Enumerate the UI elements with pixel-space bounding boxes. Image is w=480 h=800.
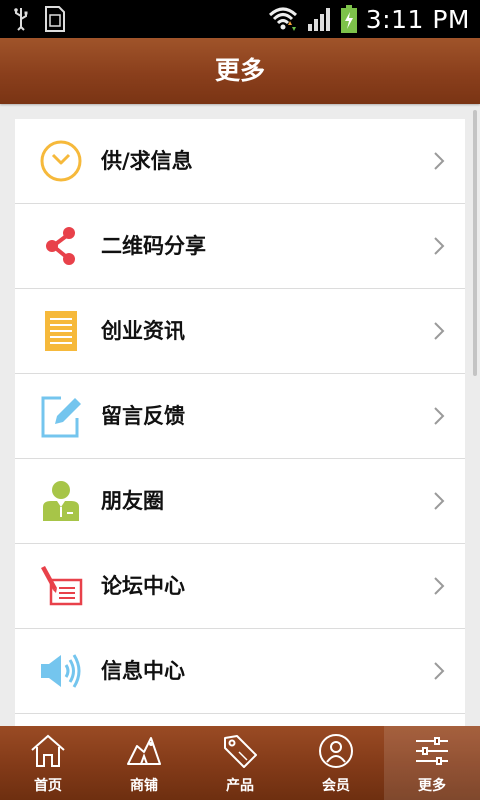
menu-item-qr-share[interactable]: 二维码分享 bbox=[15, 204, 465, 289]
chevron-right-icon bbox=[434, 662, 445, 680]
signal-icon bbox=[307, 8, 330, 31]
tab-member[interactable]: 会员 bbox=[288, 726, 384, 800]
home-icon bbox=[31, 734, 65, 767]
shop-icon bbox=[127, 737, 161, 765]
chevron-right-icon bbox=[434, 152, 445, 170]
menu-item-label: 论坛中心 bbox=[101, 574, 185, 598]
battery-icon bbox=[340, 5, 357, 33]
tab-label: 会员 bbox=[322, 778, 350, 794]
tab-shop[interactable]: 商铺 bbox=[96, 726, 192, 800]
forum-icon bbox=[41, 566, 83, 606]
tab-label: 首页 bbox=[34, 778, 62, 794]
speaker-icon bbox=[41, 654, 81, 688]
sim-card-icon bbox=[45, 6, 65, 32]
chevron-right-icon bbox=[434, 577, 445, 595]
chevron-right-icon bbox=[434, 407, 445, 425]
menu-item-startup-news[interactable]: 创业资讯 bbox=[15, 289, 465, 374]
menu-item-info-center[interactable]: 信息中心 bbox=[15, 629, 465, 714]
clock-time: 3:11 PM bbox=[365, 4, 470, 34]
tab-label: 商铺 bbox=[130, 778, 158, 794]
menu-item-label: 创业资讯 bbox=[101, 319, 185, 343]
edit-icon bbox=[41, 396, 81, 438]
scrollbar[interactable] bbox=[473, 110, 477, 376]
chevron-right-icon bbox=[434, 237, 445, 255]
menu-item-label: 二维码分享 bbox=[101, 234, 206, 258]
menu-item-label: 供/求信息 bbox=[101, 149, 193, 173]
chevron-right-icon bbox=[434, 492, 445, 510]
menu-item-label: 朋友圈 bbox=[101, 489, 164, 513]
menu-item-feedback[interactable]: 留言反馈 bbox=[15, 374, 465, 459]
tab-more[interactable]: 更多 bbox=[384, 726, 480, 800]
member-icon bbox=[319, 734, 353, 768]
menu-list: 供/求信息 二维码分享 创业资讯 留言反馈 朋友圈 论坛中心 信息中心 bbox=[15, 119, 465, 731]
usb-icon bbox=[14, 8, 28, 31]
wifi-icon bbox=[268, 7, 297, 31]
person-icon bbox=[43, 481, 79, 521]
menu-item-label: 信息中心 bbox=[101, 659, 185, 683]
title-bar: 更多 bbox=[0, 38, 480, 104]
tab-label: 产品 bbox=[226, 778, 254, 794]
menu-item-label: 留言反馈 bbox=[101, 404, 185, 428]
share-icon bbox=[46, 227, 75, 265]
page-title: 更多 bbox=[214, 56, 265, 85]
menu-item-forum-center[interactable]: 论坛中心 bbox=[15, 544, 465, 629]
sliders-icon bbox=[416, 737, 448, 765]
chevron-right-icon bbox=[434, 322, 445, 340]
tab-products[interactable]: 产品 bbox=[192, 726, 288, 800]
status-bar: 3:11 PM bbox=[0, 0, 480, 38]
bottom-nav: 首页 商铺 产品 会员 更多 bbox=[0, 726, 480, 800]
document-icon bbox=[45, 311, 77, 351]
tab-home[interactable]: 首页 bbox=[0, 726, 96, 800]
clock-icon bbox=[40, 140, 82, 182]
tab-label: 更多 bbox=[418, 778, 446, 794]
menu-item-supply-demand[interactable]: 供/求信息 bbox=[15, 119, 465, 204]
menu-item-friends-circle[interactable]: 朋友圈 bbox=[15, 459, 465, 544]
tag-icon bbox=[224, 735, 257, 768]
